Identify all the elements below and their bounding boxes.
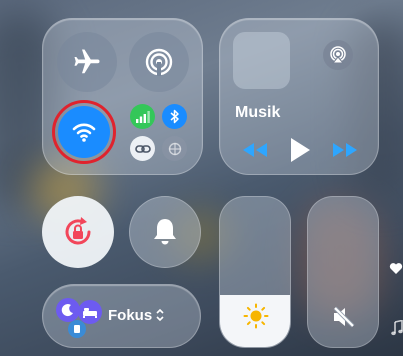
airdrop-icon [145,48,173,76]
play-icon [291,138,310,162]
wifi-icon [72,123,96,142]
focus-icons [56,296,104,338]
bluetooth-button[interactable] [162,104,187,129]
rotation-lock-button[interactable] [42,196,114,268]
focus-chevron-icon [155,306,165,324]
vpn-icon [168,142,181,155]
airdrop-button[interactable] [129,32,189,92]
airplay-icon [330,46,346,64]
music-note-icon [391,320,403,336]
airplay-button[interactable] [323,40,353,70]
cellular-data-button[interactable] [130,104,155,129]
music-label: Musik [235,104,281,121]
brightness-slider[interactable] [219,196,291,348]
play-button[interactable] [288,136,312,164]
personal-hotspot-button[interactable] [130,136,155,161]
airplane-icon [74,49,100,74]
cellular-icon [135,110,150,123]
bell-icon [154,219,176,245]
silent-mode-button[interactable] [129,196,201,268]
fast-forward-button[interactable] [330,140,360,160]
heart-icon [389,263,403,274]
work-focus-icon [68,320,86,338]
airplane-mode-button[interactable] [57,32,117,92]
sun-icon [243,303,269,329]
volume-slider[interactable] [307,196,379,348]
focus-label: Fokus [108,307,153,324]
vpn-button[interactable] [162,136,187,161]
rewind-icon [243,143,267,157]
rewind-button[interactable] [240,140,270,160]
album-artwork [233,32,290,89]
speaker-muted-icon [333,306,355,328]
personal-hotspot-icon [134,144,151,153]
fast-forward-icon [333,143,357,157]
rotation-lock-icon [65,217,91,245]
sleep-focus-icon [56,298,80,322]
wifi-button[interactable] [58,106,110,158]
bluetooth-icon [170,109,179,124]
